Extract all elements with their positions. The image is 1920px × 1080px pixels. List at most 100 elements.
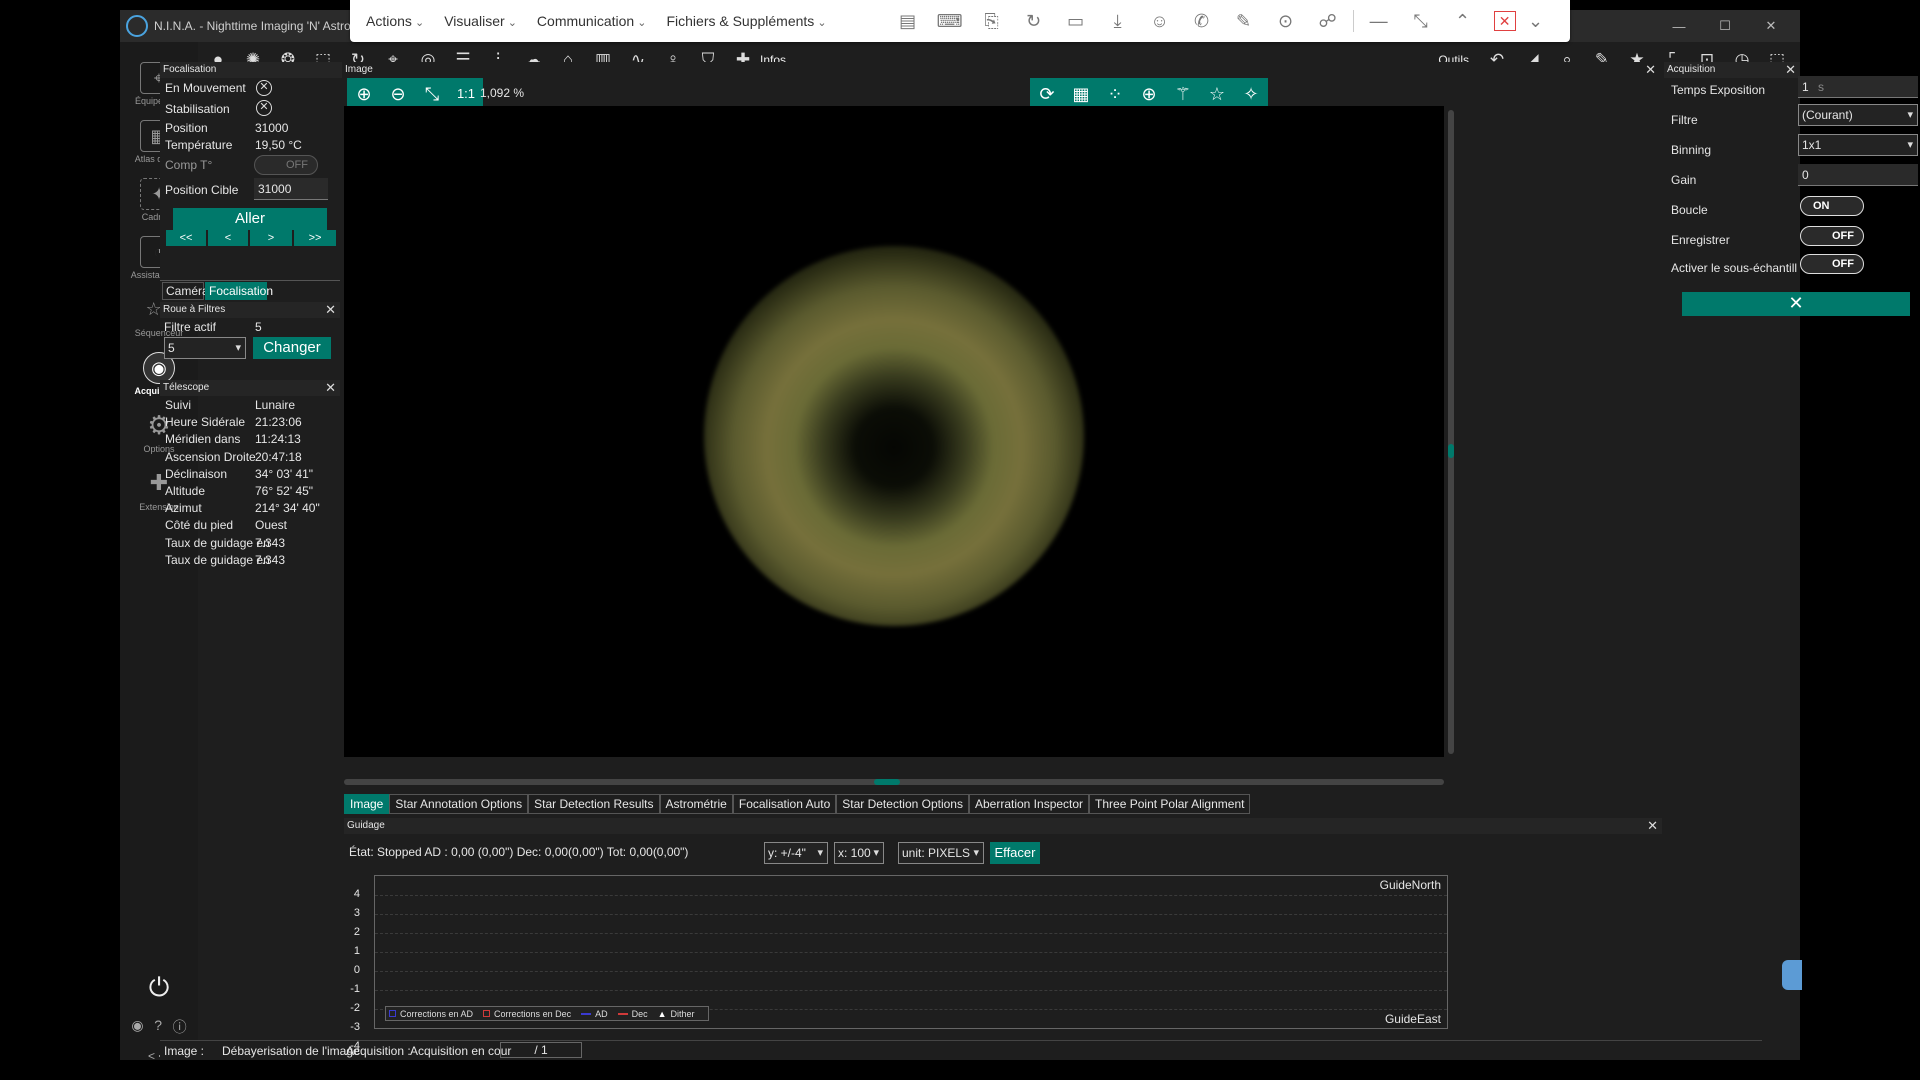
acq-filter-select[interactable]: (Courant) <box>1798 104 1918 126</box>
close-icon[interactable]: ✕ <box>325 380 336 396</box>
exposure-unit: s <box>1818 80 1825 94</box>
remote-widget-icon[interactable] <box>1782 960 1802 990</box>
close-icon[interactable]: ✕ <box>1647 818 1658 834</box>
legend-swatch <box>617 1013 628 1016</box>
unit-select[interactable]: unit: PIXELS <box>898 842 984 864</box>
power-icon[interactable]: ⏻ <box>144 972 174 1002</box>
temp-comp-label: Comp T° <box>165 158 213 172</box>
close-icon[interactable]: ✕ <box>325 302 336 318</box>
file-transfer-icon[interactable]: ⎘ <box>971 11 1013 32</box>
step-right-button[interactable]: > <box>250 230 292 246</box>
grid-line <box>375 914 1447 915</box>
temperature-value: 19,50 °C <box>255 138 302 152</box>
remote-control-toolbar: Actions Visualiser Communication Fichier… <box>350 0 1570 42</box>
menu-communication[interactable]: Communication <box>537 13 647 29</box>
image-tab[interactable]: Focalisation Auto <box>732 794 837 814</box>
filter-select[interactable]: 5 <box>164 337 246 359</box>
y-tick-label: -4 <box>350 1040 360 1052</box>
image-tab[interactable]: Astrométrie <box>659 794 733 814</box>
target-position-label: Position Cible <box>165 183 239 197</box>
menu-actions[interactable]: Actions <box>366 13 424 29</box>
y-tick-label: 2 <box>353 926 360 938</box>
image-canvas[interactable] <box>344 106 1444 757</box>
info-icon[interactable]: ⓘ <box>173 1017 187 1037</box>
telescope-row-label: Côté du pied <box>165 518 234 533</box>
horizontal-scrollbar[interactable] <box>344 779 1444 785</box>
y-tick-label: 4 <box>353 888 360 900</box>
exposure-input[interactable]: 1 s <box>1798 76 1918 98</box>
telescope-row-value: 7.343 <box>255 535 286 550</box>
clear-button[interactable]: Effacer <box>990 842 1040 864</box>
target-position-input[interactable]: 31000 <box>254 178 328 200</box>
y-tick-label: 3 <box>353 907 360 919</box>
disconnect-icon[interactable]: ✕ <box>1493 11 1516 31</box>
binning-select[interactable]: 1x1 <box>1798 134 1918 156</box>
telescope-row-value: 34° 03' 41" <box>255 466 314 481</box>
call-icon[interactable]: ✆ <box>1181 11 1223 32</box>
settle-status-icon: ✕ <box>256 100 272 116</box>
close-icon[interactable]: ✕ <box>1785 62 1796 78</box>
grid-line <box>375 952 1447 953</box>
go-button[interactable]: Aller <box>173 208 327 230</box>
guiding-header: Guidage ✕ <box>344 818 1662 834</box>
stats-icon[interactable]: ▤ <box>887 11 929 32</box>
telescope-row-label: Méridien dans <box>165 432 241 447</box>
filter-label: Filtre <box>1671 113 1698 127</box>
minimize-overlay-icon[interactable]: — <box>1358 11 1400 32</box>
legend-label: Corrections en Dec <box>494 1008 572 1019</box>
vertical-scrollbar[interactable] <box>1448 110 1454 754</box>
eye-icon[interactable]: ◉ <box>131 1017 143 1037</box>
legend-label: AD <box>595 1008 608 1019</box>
filterwheel-header-title: Roue à Filtres <box>163 304 226 315</box>
guiding-header-title: Guidage <box>347 820 385 831</box>
users-icon[interactable]: ☍ <box>1307 11 1349 32</box>
image-tab[interactable]: Image <box>344 794 390 814</box>
gain-input[interactable]: 0 <box>1798 164 1918 186</box>
subsample-label: Activer le sous-échantill <box>1671 261 1798 275</box>
maximize-button[interactable]: ☐ <box>1702 18 1748 34</box>
shrink-icon[interactable]: ⤡ <box>1400 11 1442 32</box>
image-tab[interactable]: Star Detection Results <box>528 794 660 814</box>
x-scale-select[interactable]: x: 100 <box>834 842 884 864</box>
telescope-row-value: 21:23:06 <box>255 415 302 430</box>
image-tab[interactable]: Aberration Inspector <box>968 794 1090 814</box>
image-tab[interactable]: Star Annotation Options <box>389 794 529 814</box>
tab-camera[interactable]: Caméra <box>162 282 209 300</box>
more-icon[interactable]: ⌄ <box>1526 11 1546 32</box>
tab-focuser[interactable]: Focalisation <box>205 282 273 300</box>
whiteboard-icon[interactable]: ✎ <box>1223 11 1265 32</box>
loop-toggle[interactable]: ON <box>1800 196 1864 216</box>
legend-swatch <box>389 1009 396 1017</box>
telescope-row-label: Suivi <box>165 398 192 412</box>
image-tab[interactable]: Star Detection Options <box>836 794 969 814</box>
refresh-icon[interactable]: ↻ <box>1013 11 1055 32</box>
star-image <box>704 246 1084 626</box>
menu-view[interactable]: Visualiser <box>444 13 517 29</box>
help-icon[interactable]: ? <box>154 1017 162 1037</box>
close-icon[interactable]: ✕ <box>1645 62 1656 78</box>
chat-icon[interactable]: ☺ <box>1139 11 1181 32</box>
menu-files[interactable]: Fichiers & Suppléments <box>666 13 826 29</box>
keyboard-icon[interactable]: ⌨ <box>929 11 971 32</box>
save-toggle[interactable]: OFF <box>1800 226 1864 246</box>
minimize-button[interactable]: — <box>1656 19 1702 34</box>
monitor-icon[interactable]: ▭ <box>1055 11 1097 32</box>
y-scale-select[interactable]: y: +/-4" <box>764 842 828 864</box>
screenshot-icon[interactable]: ⊙ <box>1265 11 1307 32</box>
active-filter-label: Filtre actif <box>164 320 217 334</box>
step-left-button[interactable]: < <box>208 230 248 246</box>
close-button[interactable]: ✕ <box>1748 18 1794 34</box>
step-left-large-button[interactable]: << <box>166 230 206 246</box>
change-filter-button[interactable]: Changer <box>253 337 331 359</box>
status-progress: / 1 <box>500 1042 582 1058</box>
temp-comp-toggle[interactable]: OFF <box>254 155 318 175</box>
download-icon[interactable]: ⤓ <box>1097 11 1139 32</box>
subsample-toggle[interactable]: OFF <box>1800 254 1864 274</box>
step-right-large-button[interactable]: >> <box>294 230 336 246</box>
collapse-overlay-icon[interactable]: ⌃ <box>1442 11 1484 32</box>
telescope-panel: Télescope ✕ <box>160 380 340 396</box>
image-tab[interactable]: Three Point Polar Alignment <box>1089 794 1251 814</box>
acquisition-header: Acquisition ✕ <box>1664 62 1800 78</box>
cancel-exposure-button[interactable]: ✕ <box>1682 292 1910 316</box>
moving-label: En Mouvement <box>165 81 246 95</box>
